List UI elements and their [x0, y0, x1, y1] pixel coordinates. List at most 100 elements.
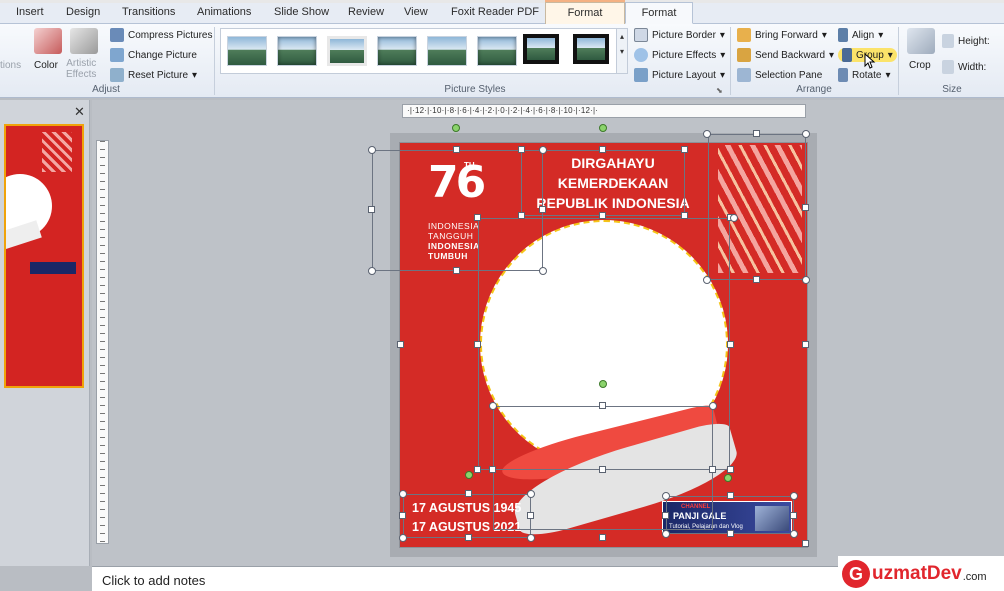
- resize-handle[interactable]: [399, 512, 406, 519]
- picture-effects-button[interactable]: Picture Effects ▾: [634, 48, 725, 62]
- resize-handle[interactable]: [727, 492, 734, 499]
- picture-layout-button[interactable]: Picture Layout ▾: [634, 68, 725, 82]
- resize-handle[interactable]: [474, 214, 481, 221]
- picture-style-8[interactable]: [573, 34, 609, 64]
- resize-handle[interactable]: [753, 130, 760, 137]
- resize-handle[interactable]: [599, 212, 606, 219]
- tab-insert[interactable]: Insert: [16, 6, 44, 18]
- resize-handle[interactable]: [709, 466, 716, 473]
- resize-handle[interactable]: [753, 276, 760, 283]
- width-field[interactable]: Width:: [942, 60, 986, 74]
- resize-handle[interactable]: [790, 512, 797, 519]
- resize-handle[interactable]: [599, 534, 606, 541]
- rotation-handle[interactable]: [452, 124, 460, 132]
- resize-handle[interactable]: [527, 534, 535, 542]
- rotation-handle[interactable]: [465, 471, 473, 479]
- tab-design[interactable]: Design: [66, 6, 100, 18]
- resize-handle[interactable]: [709, 402, 717, 410]
- picture-style-1[interactable]: [227, 36, 267, 66]
- resize-handle[interactable]: [489, 402, 497, 410]
- resize-handle[interactable]: [453, 267, 460, 274]
- picture-style-6[interactable]: [477, 36, 517, 66]
- gallery-scroll-buttons[interactable]: ▴ ▾: [616, 28, 628, 74]
- picture-style-2[interactable]: [277, 36, 317, 66]
- resize-handle[interactable]: [802, 540, 809, 547]
- resize-handle[interactable]: [599, 146, 606, 153]
- close-pane-icon[interactable]: ✕: [74, 104, 85, 120]
- resize-handle[interactable]: [453, 146, 460, 153]
- resize-handle[interactable]: [802, 341, 809, 348]
- rotation-handle[interactable]: [724, 474, 732, 482]
- resize-handle[interactable]: [662, 530, 670, 538]
- corrections-button[interactable]: tions: [0, 60, 21, 71]
- height-icon: [942, 34, 954, 48]
- resize-handle[interactable]: [703, 276, 711, 284]
- color-button[interactable]: Color: [34, 60, 58, 71]
- resize-handle[interactable]: [790, 492, 798, 500]
- align-button[interactable]: Align ▾: [838, 28, 883, 42]
- tab-view[interactable]: View: [404, 6, 428, 18]
- reset-picture-button[interactable]: Reset Picture ▾: [110, 68, 197, 82]
- tab-review[interactable]: Review: [348, 6, 384, 18]
- dialog-launcher-icon[interactable]: ⬊: [716, 86, 723, 95]
- resize-handle[interactable]: [599, 402, 606, 409]
- resize-handle[interactable]: [539, 267, 547, 275]
- resize-handle[interactable]: [368, 206, 375, 213]
- resize-handle[interactable]: [397, 341, 404, 348]
- resize-handle[interactable]: [790, 530, 798, 538]
- resize-handle[interactable]: [518, 146, 525, 153]
- crop-button[interactable]: Crop: [909, 60, 931, 71]
- resize-handle[interactable]: [368, 267, 376, 275]
- resize-handle[interactable]: [539, 206, 546, 213]
- resize-handle[interactable]: [474, 341, 481, 348]
- change-picture-button[interactable]: Change Picture: [110, 48, 197, 62]
- resize-handle[interactable]: [474, 466, 481, 473]
- picture-border-button[interactable]: Picture Border ▾: [634, 28, 725, 42]
- resize-handle[interactable]: [662, 492, 670, 500]
- crop-label: Crop: [909, 60, 931, 71]
- tab-drawing-format[interactable]: Format: [545, 2, 625, 24]
- selection-pane-button[interactable]: Selection Pane: [737, 68, 822, 82]
- tab-slide-show[interactable]: Slide Show: [274, 6, 329, 18]
- resize-handle[interactable]: [465, 490, 472, 497]
- resize-handle[interactable]: [527, 490, 535, 498]
- resize-handle[interactable]: [802, 130, 810, 138]
- picture-style-5[interactable]: [427, 36, 467, 66]
- tab-transitions[interactable]: Transitions: [122, 6, 175, 18]
- rotate-button[interactable]: Rotate ▾: [838, 68, 891, 82]
- resize-handle[interactable]: [368, 146, 376, 154]
- rotation-handle[interactable]: [599, 124, 607, 132]
- resize-handle[interactable]: [703, 130, 711, 138]
- resize-handle[interactable]: [599, 466, 606, 473]
- compress-pictures-button[interactable]: Compress Pictures: [110, 28, 212, 42]
- rotation-handle[interactable]: [599, 380, 607, 388]
- resize-handle[interactable]: [518, 212, 525, 219]
- resize-handle[interactable]: [730, 214, 738, 222]
- resize-handle[interactable]: [399, 490, 407, 498]
- resize-handle[interactable]: [802, 276, 810, 284]
- picture-style-7[interactable]: [523, 34, 559, 64]
- resize-handle[interactable]: [802, 204, 809, 211]
- resize-handle[interactable]: [539, 146, 547, 154]
- height-field[interactable]: Height:: [942, 34, 990, 48]
- resize-handle[interactable]: [727, 466, 734, 473]
- resize-handle[interactable]: [681, 146, 688, 153]
- artistic-effects-button[interactable]: Artistic Effects: [66, 58, 96, 80]
- resize-handle[interactable]: [527, 512, 534, 519]
- resize-handle[interactable]: [727, 530, 734, 537]
- tab-foxit-reader-pdf[interactable]: Foxit Reader PDF: [451, 6, 539, 18]
- bring-forward-button[interactable]: Bring Forward ▾: [737, 28, 827, 42]
- resize-handle[interactable]: [727, 341, 734, 348]
- tab-picture-format[interactable]: Format: [625, 2, 693, 24]
- resize-handle[interactable]: [662, 512, 669, 519]
- resize-handle[interactable]: [489, 466, 496, 473]
- resize-handle[interactable]: [465, 534, 472, 541]
- resize-handle[interactable]: [681, 212, 688, 219]
- picture-style-3[interactable]: [327, 36, 367, 66]
- send-backward-button[interactable]: Send Backward ▾: [737, 48, 834, 62]
- picture-style-4[interactable]: [377, 36, 417, 66]
- rotate-icon: [838, 68, 848, 82]
- slide-thumbnail-1[interactable]: [4, 124, 84, 388]
- resize-handle[interactable]: [399, 534, 407, 542]
- tab-animations[interactable]: Animations: [197, 6, 251, 18]
